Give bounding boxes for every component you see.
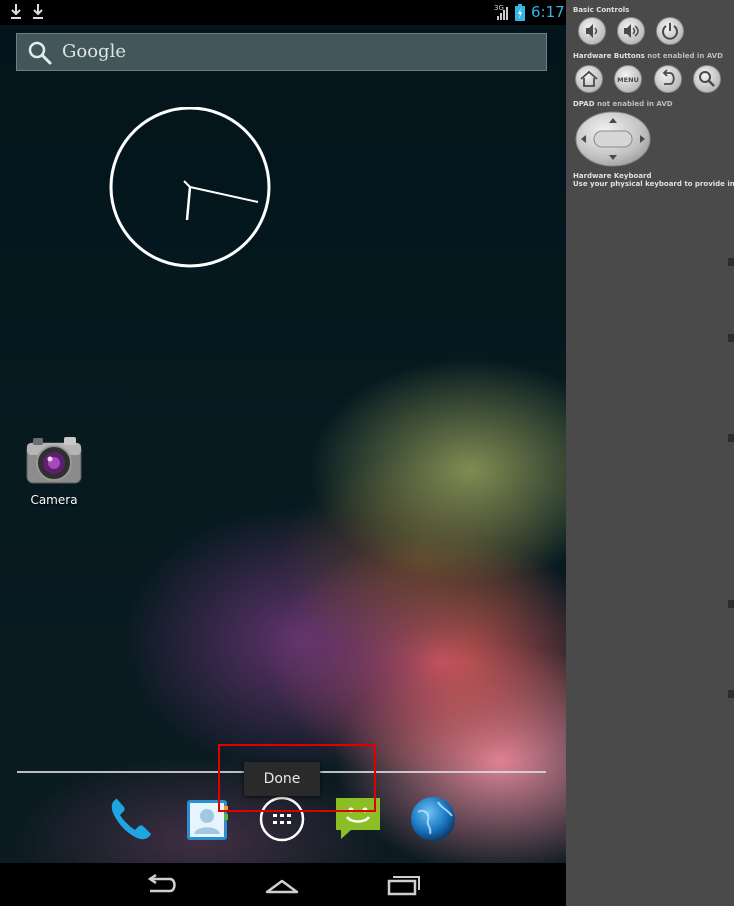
volume-down-button[interactable]: [578, 17, 606, 45]
status-bar: 3G 6:17: [0, 0, 566, 25]
search-icon: [28, 41, 52, 65]
edge-mark: [728, 434, 734, 442]
hardware-buttons-note: not enabled in AVD: [647, 52, 723, 60]
home-icon[interactable]: [262, 870, 302, 900]
dpad-label: DPAD: [573, 100, 595, 108]
camera-app[interactable]: Camera: [20, 433, 88, 507]
emulator-control-panel: Basic Controls Hardware Buttons not enab…: [566, 0, 734, 906]
camera-icon: [26, 437, 82, 484]
hardware-keyboard-note: Use your physical keyboard to provide in…: [573, 180, 734, 188]
edge-mark: [728, 690, 734, 698]
browser-icon[interactable]: [408, 794, 458, 844]
signal-icon: 3G: [494, 4, 508, 20]
search-placeholder: Google: [62, 41, 126, 62]
search-hw-button[interactable]: [693, 65, 721, 93]
power-icon: [662, 23, 678, 40]
download-icon: [11, 4, 21, 19]
hardware-keyboard-title: Hardware Keyboard: [573, 172, 652, 180]
back-hw-button[interactable]: [654, 65, 682, 93]
search-hw-icon: [699, 71, 715, 87]
dpad-control[interactable]: [574, 111, 652, 167]
power-button[interactable]: [656, 17, 684, 45]
home-hw-button[interactable]: [575, 65, 603, 93]
highlight-box: [218, 744, 376, 812]
battery-icon: [515, 4, 525, 21]
phone-icon[interactable]: [106, 794, 156, 844]
download-icon: [33, 4, 43, 19]
basic-controls-title: Basic Controls: [573, 6, 630, 14]
android-screen: 3G 6:17 Google Camera Done: [0, 0, 566, 906]
menu-hw-button[interactable]: MENU: [614, 65, 642, 93]
navigation-bar: [0, 863, 566, 906]
hardware-buttons-label: Hardware Buttons: [573, 52, 645, 60]
menu-hw-icon: MENU: [617, 76, 639, 84]
volume-up-icon: [624, 24, 639, 38]
back-hw-icon: [662, 69, 675, 85]
volume-down-icon: [586, 24, 598, 38]
status-time: 6:17: [531, 3, 565, 21]
dpad-title: DPAD not enabled in AVD: [573, 100, 673, 108]
back-icon[interactable]: [142, 870, 182, 900]
hardware-buttons-title: Hardware Buttons not enabled in AVD: [573, 52, 723, 60]
camera-label: Camera: [30, 493, 78, 507]
network-type: 3G: [494, 4, 504, 12]
home-hw-icon: [580, 70, 598, 87]
edge-mark: [728, 258, 734, 266]
menu-hw-label: MENU: [617, 76, 639, 84]
edge-mark: [728, 334, 734, 342]
volume-up-button[interactable]: [617, 17, 645, 45]
dpad-note: not enabled in AVD: [596, 100, 673, 108]
analog-clock-widget[interactable]: [108, 107, 272, 271]
google-search-bar[interactable]: Google: [16, 33, 547, 71]
recent-apps-icon[interactable]: [383, 870, 423, 900]
edge-mark: [728, 600, 734, 608]
